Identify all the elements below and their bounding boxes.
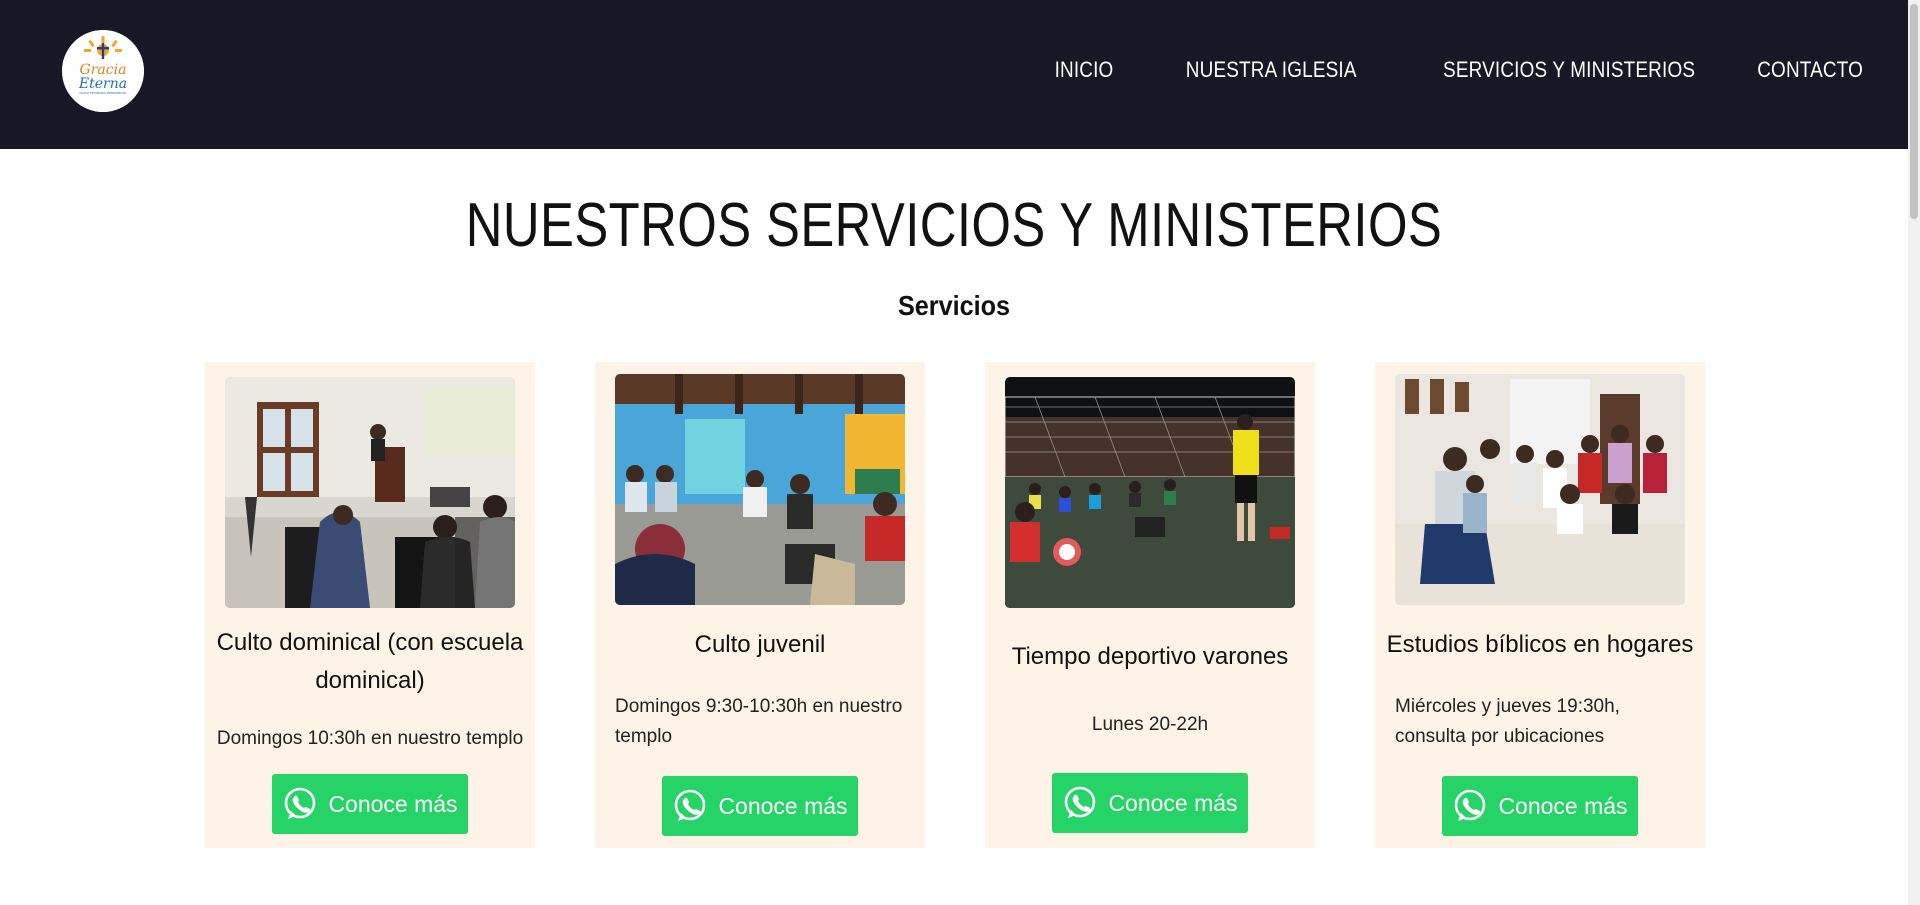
card-description: Lunes 20-22h (1091, 714, 1209, 735)
service-card-estudios-biblicos: Estudios bíblicos en hogares Miércoles y… (1375, 362, 1705, 848)
service-card-culto-juvenil: Culto juvenil Domingos 9:30-10:30h en nu… (595, 362, 925, 848)
whatsapp-icon (1062, 785, 1098, 821)
service-card-culto-dominical: Culto dominical (con escuela dominical) … (205, 362, 535, 848)
card-photo-sports-time (1005, 377, 1295, 608)
conoce-mas-button[interactable]: Conoce más (1442, 776, 1638, 836)
church-logo[interactable]: Gracia Eterna IGLESIA REFORMADA PRESBITE… (62, 30, 144, 112)
scrollbar-thumb[interactable] (1910, 4, 1918, 219)
card-photo-bible-study (1395, 374, 1685, 605)
button-label: Conoce más (718, 792, 848, 819)
button-label: Conoce más (328, 790, 458, 817)
nav-nuestra-iglesia[interactable]: NUESTRA IGLESIA (1186, 57, 1357, 83)
card-photo-worship-service (225, 377, 515, 608)
whatsapp-icon (1452, 788, 1488, 824)
whatsapp-icon (282, 786, 318, 822)
card-title: Tiempo deportivo varones (1011, 643, 1289, 670)
page-title: NUESTROS SERVICIOS Y MINISTERIOS (465, 191, 1443, 260)
card-description: Miércoles y jueves 19:30h, consulta por … (1395, 696, 1620, 747)
whatsapp-icon (672, 788, 708, 824)
section-subtitle: Servicios (897, 290, 1011, 321)
nav-inicio[interactable]: INICIO (1054, 57, 1113, 83)
site-header: Gracia Eterna IGLESIA REFORMADA PRESBITE… (0, 0, 1908, 149)
conoce-mas-button[interactable]: Conoce más (272, 774, 468, 834)
nav-contacto[interactable]: CONTACTO (1757, 57, 1863, 83)
vertical-scrollbar[interactable] (1908, 0, 1920, 905)
logo-image: Gracia Eterna IGLESIA REFORMADA PRESBITE… (62, 30, 144, 112)
card-title: Estudios bíblicos en hogares (1386, 631, 1694, 658)
button-label: Conoce más (1108, 789, 1238, 816)
card-description: Domingos 10:30h en nuestro templo (216, 728, 524, 749)
main-nav: INICIO NUESTRA IGLESIA SERVICIOS Y MINIS… (1045, 57, 1863, 83)
card-title: Culto juvenil (694, 631, 826, 658)
card-description: Domingos 9:30-10:30h en nuestro templo (615, 696, 903, 747)
card-photo-youth-service (615, 374, 905, 605)
conoce-mas-button[interactable]: Conoce más (1052, 773, 1248, 833)
button-label: Conoce más (1498, 792, 1628, 819)
conoce-mas-button[interactable]: Conoce más (662, 776, 858, 836)
nav-servicios-ministerios[interactable]: SERVICIOS Y MINISTERIOS (1443, 57, 1695, 83)
service-card-tiempo-deportivo: Tiempo deportivo varones Lunes 20-22h Co… (985, 362, 1315, 848)
svg-text:IGLESIA REFORMADA PRESBITERIAN: IGLESIA REFORMADA PRESBITERIANA (80, 91, 127, 95)
card-title: Culto dominical (con escuela dominical) (216, 629, 524, 694)
svg-text:Eterna: Eterna (78, 76, 127, 92)
